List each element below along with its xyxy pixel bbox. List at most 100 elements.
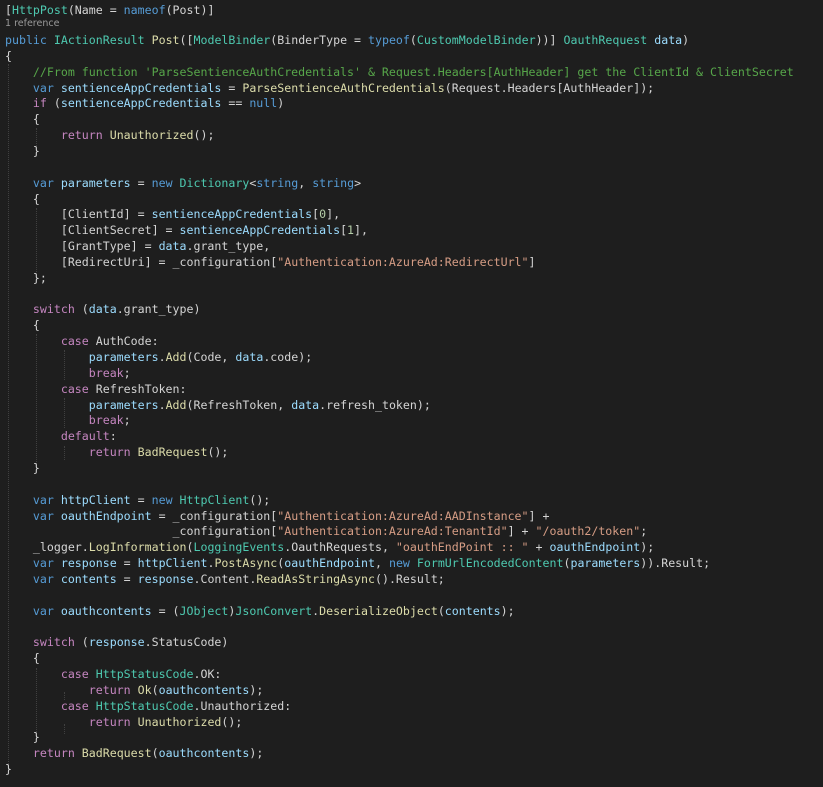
code-line[interactable]: var response = httpClient.PostAsync(oaut…	[5, 555, 710, 571]
code-token: "Authentication:AzureAd:TenantId"	[277, 524, 508, 539]
code-token: (Post)]	[165, 3, 215, 17]
code-token: .code);	[263, 350, 313, 364]
code-line[interactable]: _configuration["Authentication:AzureAd:T…	[5, 523, 648, 539]
code-token: ().Result;	[374, 571, 445, 586]
code-line[interactable]: {	[5, 191, 40, 207]
code-token: "/oauth2/token"	[535, 524, 641, 539]
code-line[interactable]: public IActionResult Post([ModelBinder(B…	[5, 32, 689, 48]
code-token: (	[81, 635, 89, 650]
code-token: oauthEndpoint	[284, 556, 375, 570]
code-token: = (	[151, 603, 180, 618]
code-line[interactable]: }	[5, 761, 12, 777]
code-line[interactable]: case AuthCode:	[5, 333, 159, 349]
code-line[interactable]: }	[5, 729, 40, 745]
code-token: 1	[347, 223, 355, 238]
code-line[interactable]: parameters.Add(Code, data.code);	[5, 349, 312, 365]
code-line[interactable]: var oauthcontents = (JObject)JsonConvert…	[5, 603, 515, 619]
code-token: httpClient	[60, 492, 131, 507]
code-line[interactable]: {	[5, 48, 12, 64]
code-token: (RefreshToken,	[186, 397, 292, 412]
code-line[interactable]: var httpClient = new HttpClient();	[5, 492, 270, 508]
code-line[interactable]: [ClientSecret] = sentienceAppCredentials…	[5, 222, 368, 238]
code-token: var	[32, 492, 61, 507]
code-token: LogInformation	[88, 540, 187, 555]
code-line[interactable]: return Ok(oauthcontents);	[5, 682, 264, 698]
code-token: //From function 'ParseSentienceAuthCrede…	[32, 64, 794, 79]
code-token: response	[88, 635, 145, 650]
code-token: HttpClient	[179, 492, 250, 507]
code-line[interactable]: return Unauthorized();	[5, 714, 243, 730]
code-token: .StatusCode)	[144, 635, 229, 650]
code-line[interactable]: default:	[5, 428, 117, 444]
code-token: );	[249, 746, 264, 761]
code-token: .	[158, 350, 166, 364]
code-line[interactable]: parameters.Add(RefreshToken, data.refres…	[5, 397, 431, 413]
code-line[interactable]: [HttpPost(Name = nameof(Post)]	[5, 2, 214, 18]
code-line[interactable]: };	[5, 270, 47, 286]
code-line[interactable]: switch (response.StatusCode)	[5, 634, 228, 650]
code-token: ModelBinder	[193, 33, 271, 47]
code-token: _configuration[	[5, 524, 278, 539]
code-line[interactable]: case RefreshToken:	[5, 381, 187, 397]
code-token: sentienceAppCredentials	[179, 223, 341, 238]
code-line[interactable]: [RedirectUri] = _configuration["Authenti…	[5, 254, 536, 270]
code-token: (BinderType =	[270, 33, 369, 47]
code-token: new	[388, 556, 417, 570]
code-token: =	[130, 175, 152, 190]
code-token: parameters	[88, 350, 159, 364]
code-token: return	[60, 128, 110, 143]
code-line[interactable]: break;	[5, 365, 131, 381]
code-line[interactable]: {	[5, 317, 40, 333]
code-token: )	[277, 96, 285, 111]
code-token: .refresh_token);	[319, 397, 431, 412]
code-token: nameof	[123, 3, 166, 17]
code-token: switch	[32, 635, 82, 650]
code-token: }	[5, 143, 40, 158]
code-token: case	[60, 334, 96, 349]
code-token: ,	[298, 175, 313, 190]
code-line[interactable]: var parameters = new Dictionary<string, …	[5, 175, 361, 191]
codelens-references[interactable]: 1 reference	[5, 18, 59, 30]
code-line[interactable]: //From function 'ParseSentienceAuthCrede…	[5, 64, 794, 80]
code-token: (	[53, 96, 61, 111]
code-line[interactable]: var sentienceAppCredentials = ParseSenti…	[5, 80, 654, 96]
code-line[interactable]: {	[5, 111, 40, 127]
code-line[interactable]: if (sentienceAppCredentials == null)	[5, 95, 284, 111]
code-line[interactable]: return Unauthorized();	[5, 127, 215, 143]
code-line[interactable]: case HttpStatusCode.OK:	[5, 666, 222, 682]
code-token: "oauthEndPoint :: "	[395, 540, 529, 555]
code-token: :	[109, 429, 117, 444]
code-token: .	[158, 397, 166, 412]
code-line[interactable]: }	[5, 460, 40, 476]
code-token: JsonConvert	[235, 603, 313, 618]
code-line[interactable]: _logger.LogInformation(LoggingEvents.Oau…	[5, 539, 654, 555]
code-editor[interactable]: 1 reference [HttpPost(Name = nameof(Post…	[0, 0, 823, 787]
code-token: var	[32, 556, 61, 570]
code-token: )).Result;	[640, 556, 711, 570]
code-line[interactable]: switch (data.grant_type)	[5, 301, 201, 317]
code-token: BadRequest	[137, 445, 208, 460]
code-line[interactable]: {	[5, 650, 40, 666]
code-line[interactable]: case HttpStatusCode.Unauthorized:	[5, 698, 291, 714]
code-token: sentienceAppCredentials	[60, 80, 222, 95]
code-token: HttpStatusCode	[95, 698, 194, 713]
code-token: [ClientSecret] =	[5, 223, 180, 238]
code-token: {	[5, 191, 40, 206]
code-line[interactable]: [GrantType] = data.grant_type,	[5, 238, 270, 254]
code-line[interactable]: var contents = response.Content.ReadAsSt…	[5, 571, 445, 587]
code-line[interactable]: [ClientId] = sentienceAppCredentials[0],	[5, 206, 340, 222]
code-line[interactable]: return BadRequest(oauthcontents);	[5, 745, 263, 761]
code-line[interactable]: }	[5, 143, 40, 159]
code-line[interactable]: var oauthEndpoint = _configuration["Auth…	[5, 508, 550, 524]
code-token: Unauthorized	[109, 128, 194, 143]
code-token: (	[409, 33, 417, 47]
code-line[interactable]: return BadRequest();	[5, 444, 229, 460]
code-token: Dictionary	[179, 175, 250, 190]
code-line[interactable]: break;	[5, 412, 131, 428]
code-token: return	[32, 746, 82, 761]
